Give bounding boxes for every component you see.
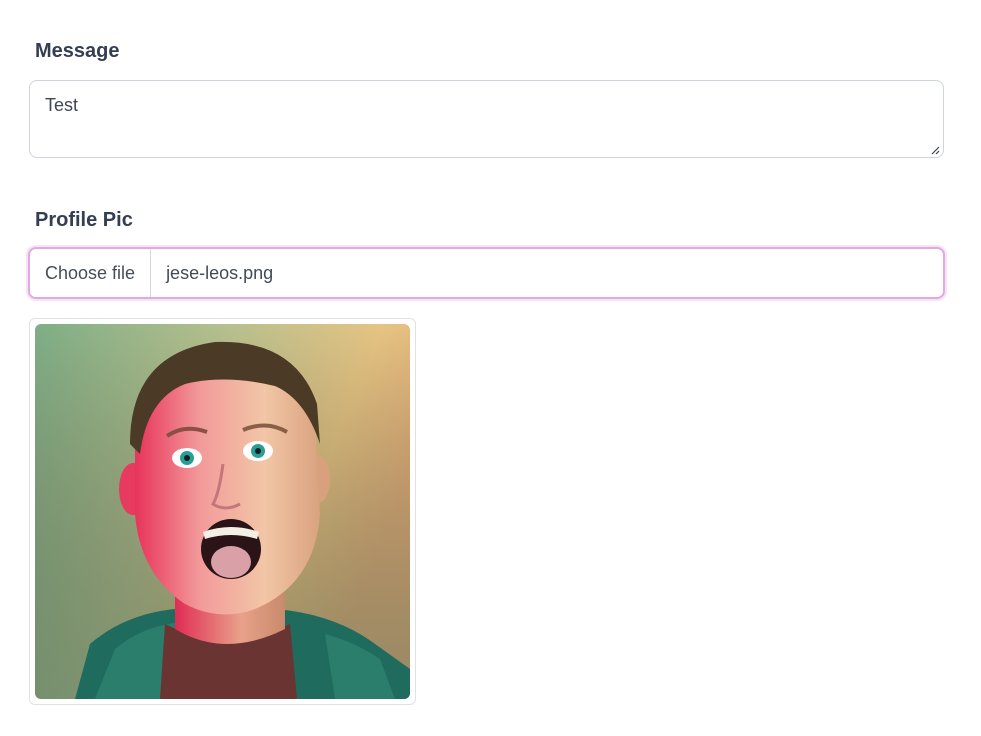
message-textarea-wrapper: Test [29, 80, 944, 158]
profile-form: Message Test Profile Pic Choose file jes… [0, 0, 981, 736]
profile-photo [35, 324, 410, 699]
profile-pic-label: Profile Pic [35, 209, 133, 231]
profile-photo-image [35, 324, 410, 699]
choose-file-button[interactable]: Choose file [30, 249, 152, 297]
message-label: Message [35, 40, 120, 62]
resize-grip-icon[interactable] [930, 145, 940, 155]
message-textarea[interactable]: Test [30, 81, 943, 157]
profile-pic-preview [29, 318, 416, 705]
selected-file-name: jese-leos.png [166, 262, 274, 283]
profile-pic-file-input[interactable]: Choose file jese-leos.png [28, 247, 945, 299]
